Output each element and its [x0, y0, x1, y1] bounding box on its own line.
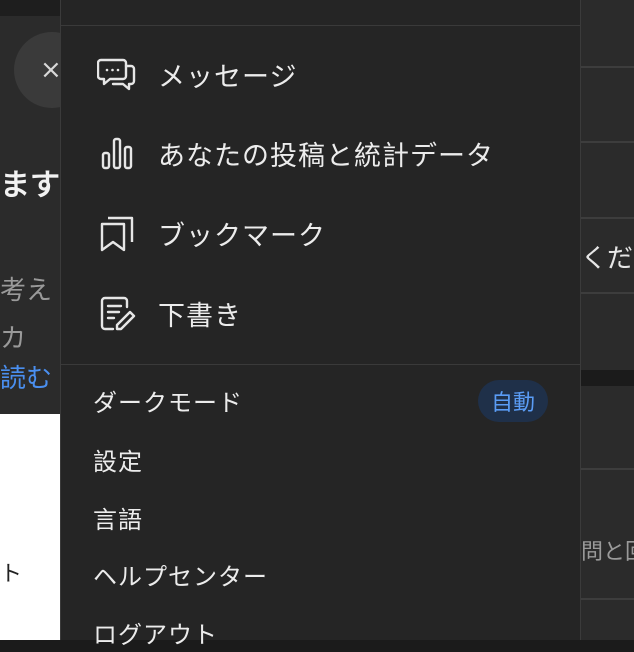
menu-item-posts-and-stats[interactable]: あなたの投稿と統計データ: [61, 123, 580, 183]
left-text-fragment: カ: [0, 324, 27, 354]
menu-item-label: あなたの投稿と統計データ: [158, 140, 494, 172]
right-text-fragment: 問と回: [581, 540, 634, 565]
left-white-text-fragment: ト: [0, 562, 23, 587]
divider: [581, 66, 634, 68]
left-text-fragment: 考え: [0, 276, 53, 306]
menu-item-settings[interactable]: 設定: [93, 439, 548, 479]
account-menu: メッセージ あなたの投稿と統計データ ブックマーク 下書き ダークモード 自動 …: [60, 0, 581, 649]
divider: [581, 141, 634, 143]
menu-item-help-center[interactable]: ヘルプセンター: [93, 554, 548, 594]
settings-label: 設定: [93, 447, 143, 476]
bookmark-icon: [100, 216, 134, 252]
left-top-strip: [0, 0, 60, 16]
menu-item-label: ブックマーク: [158, 220, 326, 252]
menu-item-label: メッセージ: [158, 61, 298, 93]
menu-section-divider: [61, 364, 580, 365]
left-heading-fragment: ます: [0, 168, 60, 203]
left-white-panel: [0, 414, 60, 640]
help-center-label: ヘルプセンター: [93, 562, 268, 591]
close-icon: ×: [40, 55, 62, 85]
menu-top-divider: [61, 25, 580, 26]
divider: [581, 468, 634, 470]
menu-item-messages[interactable]: メッセージ: [61, 44, 580, 104]
draft-edit-icon: [100, 296, 136, 331]
logout-label: ログアウト: [93, 620, 218, 649]
bar-chart-icon: [101, 137, 133, 170]
menu-item-logout[interactable]: ログアウト: [93, 612, 548, 652]
menu-item-language[interactable]: 言語: [93, 497, 548, 537]
chat-bubbles-icon: [97, 58, 136, 91]
menu-item-dark-mode[interactable]: ダークモード 自動: [93, 380, 548, 422]
menu-item-drafts[interactable]: 下書き: [61, 283, 580, 343]
language-label: 言語: [93, 505, 143, 534]
right-text-fragment: くだ: [581, 244, 634, 274]
divider: [581, 598, 634, 600]
dark-mode-auto-badge[interactable]: 自動: [477, 380, 548, 422]
right-background-page: くだ 問と回: [581, 0, 634, 640]
divider: [581, 217, 634, 219]
divider: [581, 292, 634, 294]
menu-item-label: 下書き: [158, 300, 242, 332]
menu-item-bookmarks[interactable]: ブックマーク: [61, 203, 580, 263]
dark-mode-label: ダークモード: [93, 388, 243, 417]
left-background-page: × ます 考え カ 読む ト: [0, 0, 90, 640]
section-gap: [581, 370, 634, 386]
left-read-more-link[interactable]: 読む: [0, 358, 60, 395]
